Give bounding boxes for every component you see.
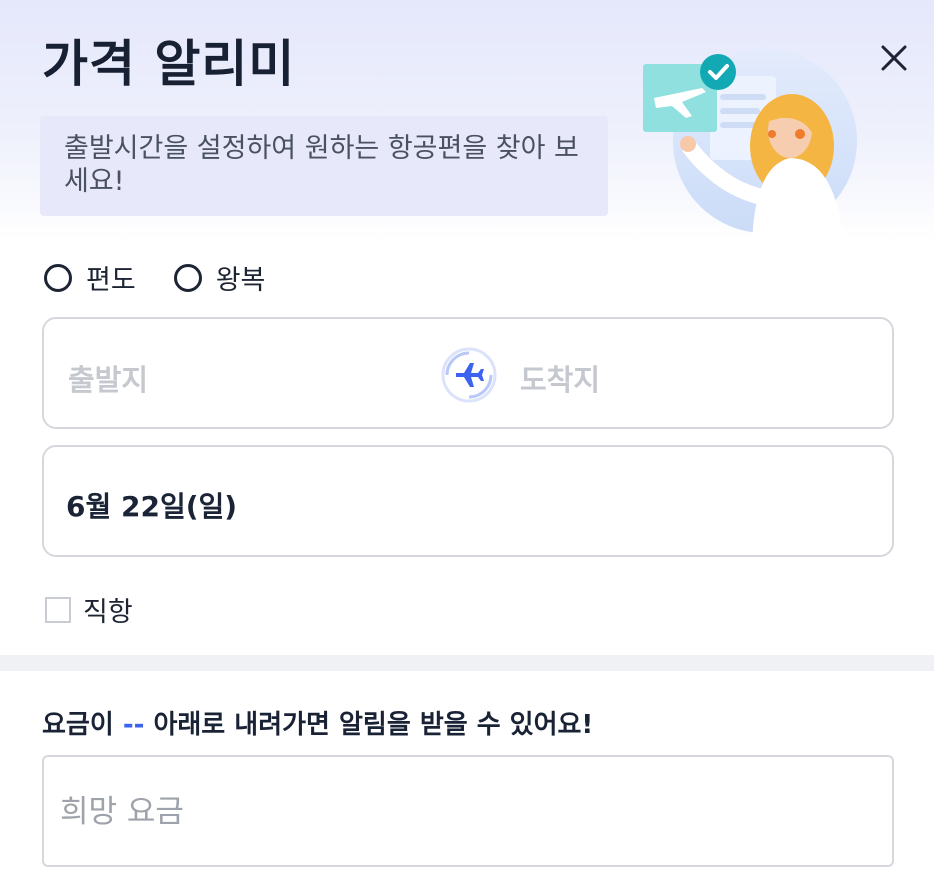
price-alert-notice: 요금이 -- 아래로 내려가면 알림을 받을 수 있어요! — [42, 704, 593, 741]
section-divider — [0, 655, 934, 671]
direct-flight-label: 직항 — [83, 597, 133, 628]
page-title: 가격 알리미 — [42, 35, 296, 93]
radio-one-way-circle[interactable] — [44, 263, 72, 292]
direct-flight-checkbox[interactable] — [45, 596, 71, 623]
close-icon — [881, 45, 907, 71]
trip-type-group: 편도 왕복 — [44, 258, 265, 297]
price-alert-prefix: 요금이 — [42, 710, 123, 740]
subtitle-box: 출발시간을 설정하여 원하는 항공편을 찾아 보세요! — [40, 116, 608, 216]
direct-flight-option[interactable]: 직항 — [45, 590, 133, 629]
desired-price-field — [42, 755, 894, 867]
radio-one-way-label: 편도 — [86, 265, 136, 296]
radio-round-trip[interactable]: 왕복 — [173, 258, 266, 297]
destination-input[interactable]: 도착지 — [520, 357, 600, 399]
date-value: 6월 22일(일) — [66, 490, 238, 523]
radio-round-trip-circle[interactable] — [173, 263, 202, 292]
close-button[interactable] — [872, 36, 916, 80]
traveler-illustration — [643, 49, 857, 246]
radio-one-way[interactable]: 편도 — [44, 258, 136, 297]
price-alert-value: -- — [122, 710, 145, 740]
desired-price-input[interactable] — [60, 787, 860, 837]
subtitle-text: 출발시간을 설정하여 원하는 항공편을 찾아 보세요! — [64, 133, 579, 197]
radio-round-trip-label: 왕복 — [215, 265, 266, 296]
date-field[interactable]: 6월 22일(일) — [42, 445, 894, 557]
price-alert-suffix: 아래로 내려가면 알림을 받을 수 있어요! — [144, 710, 594, 740]
swap-route-button[interactable] — [440, 346, 498, 404]
airplane-icon — [441, 347, 497, 403]
route-field: 출발지 도착지 — [42, 317, 894, 429]
origin-input[interactable]: 출발지 — [68, 357, 148, 399]
